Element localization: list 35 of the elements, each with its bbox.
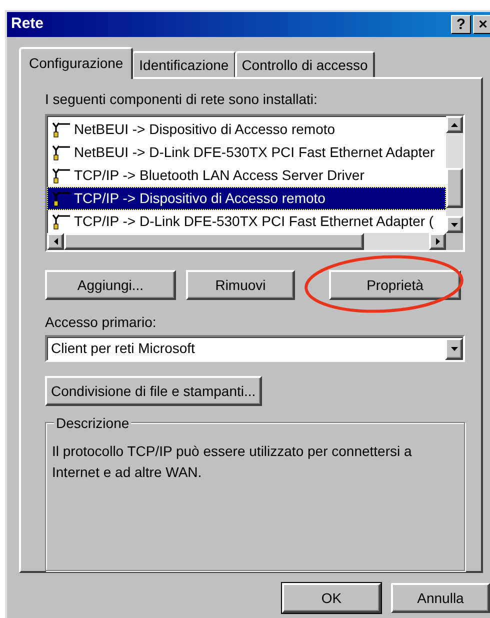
help-button[interactable]: ?	[451, 15, 471, 34]
arrow-icon	[54, 238, 58, 245]
component-button[interactable]: Aggiungi...	[45, 270, 176, 300]
list-item[interactable]: NetBEUI -> D-Link DFE-530TX PCI Fast Ethernet Adapter	[47, 141, 446, 164]
description-text: Il protocollo TCP/IP può essere utilizzato per connettersi a Internet e ad altre WAN.	[52, 442, 413, 482]
sharing-button[interactable]: Condivisione di file e stampanti...	[45, 376, 262, 406]
component-button[interactable]: Rimuovi	[186, 270, 295, 300]
list-item[interactable]: NetBEUI -> Dispositivo di Accesso remoto	[47, 118, 446, 141]
arrow-icon	[436, 238, 440, 245]
scroll-thumb[interactable]	[446, 168, 463, 208]
scrollbar-corner	[446, 233, 463, 250]
scroll-up-button[interactable]	[446, 116, 463, 133]
window-title: Rete	[11, 14, 45, 34]
field-label: Accesso primario:	[45, 313, 158, 332]
list-item[interactable]: TCP/IP -> Dispositivo di Accesso remoto	[47, 187, 446, 210]
scroll-down-button[interactable]	[446, 216, 463, 233]
horizontal-scrollbar[interactable]	[47, 233, 446, 250]
component-button[interactable]: Proprietà	[329, 270, 461, 300]
scroll-left-button[interactable]	[47, 233, 64, 250]
list-label: I seguenti componenti di rete sono installati:	[45, 90, 318, 109]
list-item[interactable]: TCP/IP -> D-Link DFE-530TX PCI Fast Ethernet Adapter (	[47, 210, 446, 233]
scroll-thumb[interactable]	[64, 233, 364, 250]
tab[interactable]: Configurazione	[19, 47, 134, 79]
scroll-right-button[interactable]	[429, 233, 446, 250]
arrow-icon	[451, 122, 458, 126]
list-item[interactable]: TCP/IP -> Bluetooth LAN Access Server Driver	[47, 164, 446, 187]
tab[interactable]: Identificazione	[132, 51, 236, 77]
arrow-icon	[451, 222, 458, 226]
dialog-button[interactable]: Annulla	[391, 583, 490, 613]
tab[interactable]: Controllo di accesso	[234, 51, 375, 77]
primary-access-dropdown[interactable]: Client per reti Microsoft	[45, 335, 465, 362]
close-button[interactable]: ×	[473, 15, 490, 34]
vertical-scrollbar[interactable]	[446, 116, 463, 233]
arrow-icon	[450, 346, 458, 351]
dialog-button[interactable]: OK	[282, 583, 381, 613]
